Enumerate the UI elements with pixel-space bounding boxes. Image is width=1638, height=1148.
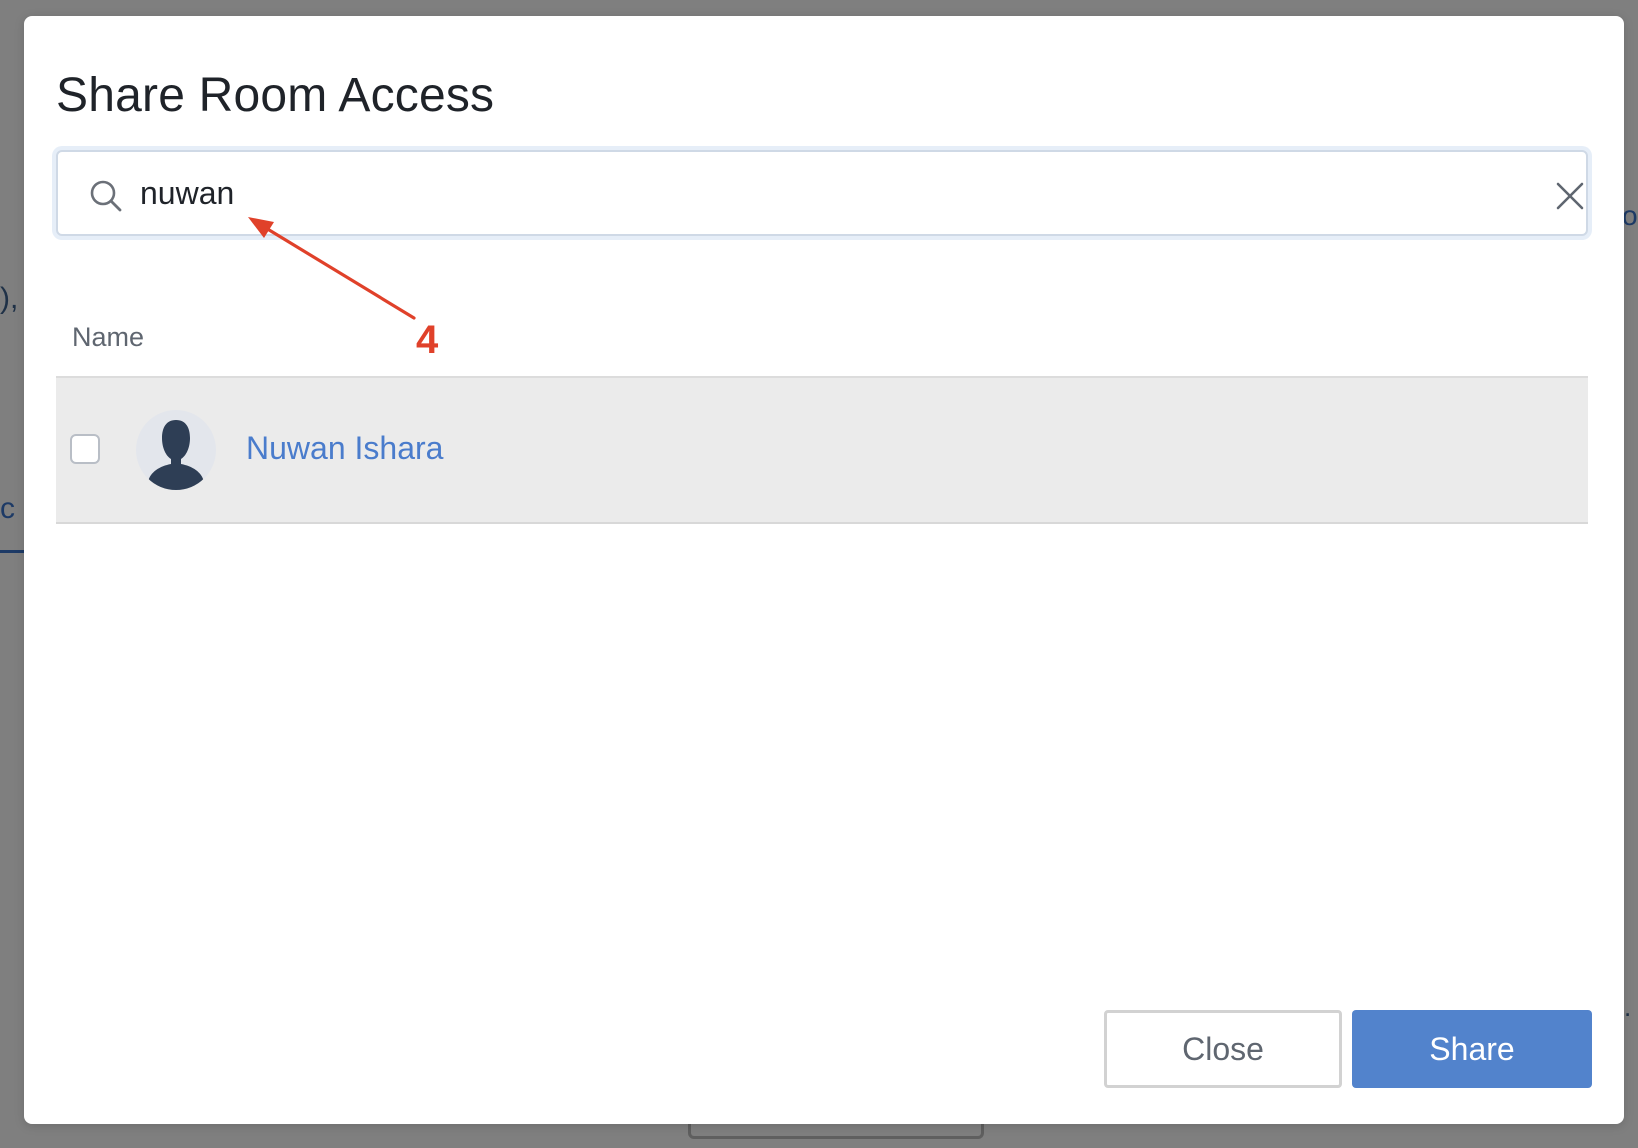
- column-header-name: Name: [72, 322, 145, 352]
- close-icon[interactable]: [1552, 178, 1588, 214]
- background-dot-fragment: .: [1624, 992, 1632, 1022]
- share-button[interactable]: Share: [1352, 1010, 1592, 1088]
- search-input[interactable]: [140, 168, 1480, 218]
- background-text-fragment: ),: [0, 282, 19, 315]
- annotation-arrow: [248, 217, 416, 320]
- dialog-title: Share Room Access: [56, 69, 495, 122]
- background-tab-fragment: c: [0, 492, 15, 525]
- share-room-access-dialog: Share Room Access 4 Name Nuwan Ishara Cl…: [24, 16, 1624, 1124]
- background-text-fragment-right: o: [1622, 200, 1638, 231]
- search-icon: [90, 180, 122, 212]
- table-row[interactable]: Nuwan Ishara: [56, 378, 1588, 524]
- user-silhouette-icon: [148, 420, 204, 490]
- avatar: [136, 410, 216, 490]
- user-name-link[interactable]: Nuwan Ishara: [246, 430, 443, 467]
- annotation-step-number: 4: [416, 318, 439, 362]
- close-button[interactable]: Close: [1104, 1010, 1342, 1088]
- row-select-checkbox[interactable]: [70, 434, 100, 464]
- background-tab-underline: [0, 550, 26, 553]
